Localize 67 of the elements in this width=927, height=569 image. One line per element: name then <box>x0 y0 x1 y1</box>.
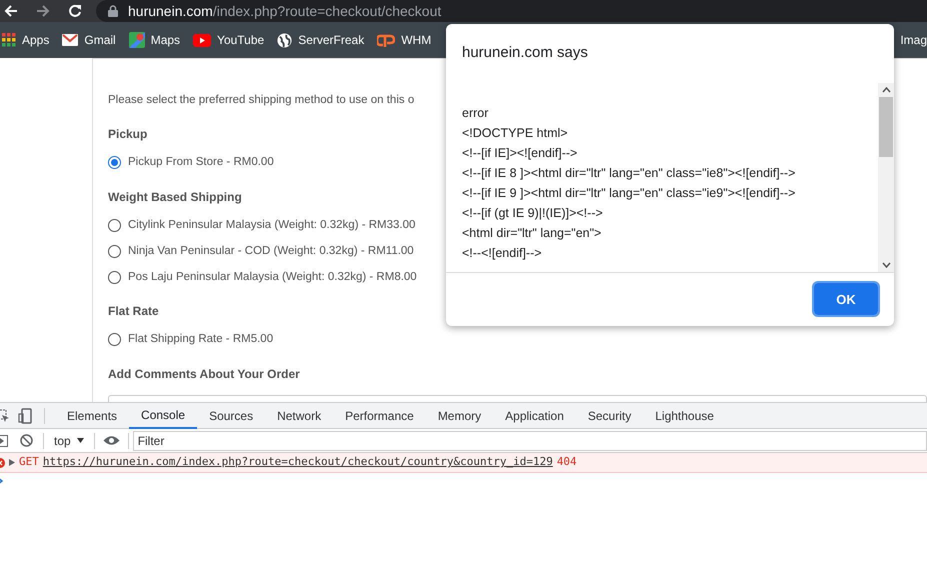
bookmark[interactable]: Apps <box>2 31 50 49</box>
inspect-cursor-icon[interactable] <box>0 408 10 422</box>
bookmark[interactable]: Maps <box>128 31 180 49</box>
option-label: Pos Laju Peninsular Malaysia (Weight: 0.32kg) - RM8.00 <box>128 270 417 285</box>
devtools-tab[interactable]: Console <box>129 402 198 428</box>
group-title: Weight Based Shipping <box>108 188 242 206</box>
devtools-tab[interactable]: Network <box>265 402 334 428</box>
scrollbar-thumb[interactable] <box>879 96 893 156</box>
comments-title: Add Comments About Your Order <box>108 366 300 382</box>
dialog-title: hurunein.com says <box>462 43 588 63</box>
request-method: GET <box>19 454 39 470</box>
play-icon <box>193 34 212 46</box>
devtools-tab[interactable]: Performance <box>333 402 426 428</box>
message-line: error <box>462 106 490 120</box>
bookmark[interactable]: Gmail <box>62 31 116 49</box>
radio-button[interactable] <box>108 244 121 258</box>
message-line: <!--[if IE 8 ]><html dir="ltr" lang="en" class="ie8"><![endif]--> <box>462 166 796 180</box>
bookmark[interactable]: YouTube <box>193 31 264 49</box>
scroll-up-icon[interactable] <box>882 86 890 92</box>
grid-icon <box>2 33 16 47</box>
radio-button[interactable] <box>108 156 121 170</box>
message-line: <!--[if IE 9 ]><html dir="ltr" lang="en" class="ie9"><![endif]--> <box>462 186 796 200</box>
clear-icon[interactable] <box>20 434 33 447</box>
devtools-tab[interactable]: Lighthouse <box>643 402 726 428</box>
bookmark[interactable]: WHM <box>377 31 432 49</box>
bookmark[interactable]: ServerFreak <box>277 31 364 49</box>
url-text: hurunein.com/index.php?route=checkout/checkout <box>128 2 442 21</box>
message-line: <html dir="ltr" lang="en"> <box>462 226 602 240</box>
request-url-link[interactable]: https://hurunein.com/index.php?route=checkout/checkout/country&country_id=129 <box>42 454 553 471</box>
scrollbar[interactable] <box>878 82 894 272</box>
message-line: <!--<![endif]--> <box>462 246 543 260</box>
message-line: <!DOCTYPE html> <box>462 126 569 140</box>
option-label: Flat Shipping Rate - RM5.00 <box>128 332 274 348</box>
option-label: Ninja Van Peninsular - COD (Weight: 0.32kg) - RM11.00 <box>128 244 414 259</box>
context-dropdown[interactable]: top <box>50 432 88 450</box>
eye-icon[interactable] <box>102 435 120 446</box>
status-code: 404 <box>556 454 577 470</box>
url-field[interactable]: hurunein.com/index.php?route=checkout/checkout <box>96 0 927 22</box>
device-icon[interactable] <box>18 408 32 424</box>
expand-triangle-icon[interactable] <box>9 459 15 466</box>
mail-icon <box>62 34 78 46</box>
radio-button[interactable] <box>108 271 121 284</box>
devtools-tab[interactable]: Security <box>576 402 644 428</box>
radio-button[interactable] <box>108 218 121 232</box>
devtools-tab[interactable]: Memory <box>426 402 494 428</box>
ok-button[interactable]: OK <box>814 283 878 316</box>
devtools-tab[interactable]: Sources <box>197 402 266 428</box>
option-label: Pickup From Store - RM0.00 <box>128 155 274 170</box>
scroll-down-icon[interactable] <box>882 262 890 268</box>
cpanel-logo-icon <box>377 34 396 46</box>
option-label: Citylink Peninsular Malaysia (Weight: 0.32kg) - RM33.00 <box>128 218 416 232</box>
bookmark[interactable]: Imag <box>900 31 927 49</box>
group-title: Flat Rate <box>108 303 159 320</box>
filter-field[interactable]: Filter <box>132 430 927 450</box>
lock-icon <box>108 5 118 17</box>
message-line: <!--[if (gt IE 9)|!(IE)]><!--> <box>462 206 604 220</box>
group-title: Pickup <box>108 126 148 144</box>
map-pin-icon <box>128 32 145 48</box>
intro-text: Please select the preferred shipping method to use on this o <box>108 93 414 108</box>
devtools-tab[interactable]: Elements <box>55 402 130 428</box>
reload-icon[interactable] <box>68 4 82 18</box>
message-line: <!--[if IE]><![endif]--> <box>462 146 578 160</box>
radio-button[interactable] <box>108 333 121 346</box>
back-arrow-icon[interactable] <box>4 4 18 18</box>
forward-arrow-icon[interactable] <box>36 4 50 18</box>
caret-icon <box>76 438 84 443</box>
devtools-tab[interactable]: Application <box>493 402 576 428</box>
